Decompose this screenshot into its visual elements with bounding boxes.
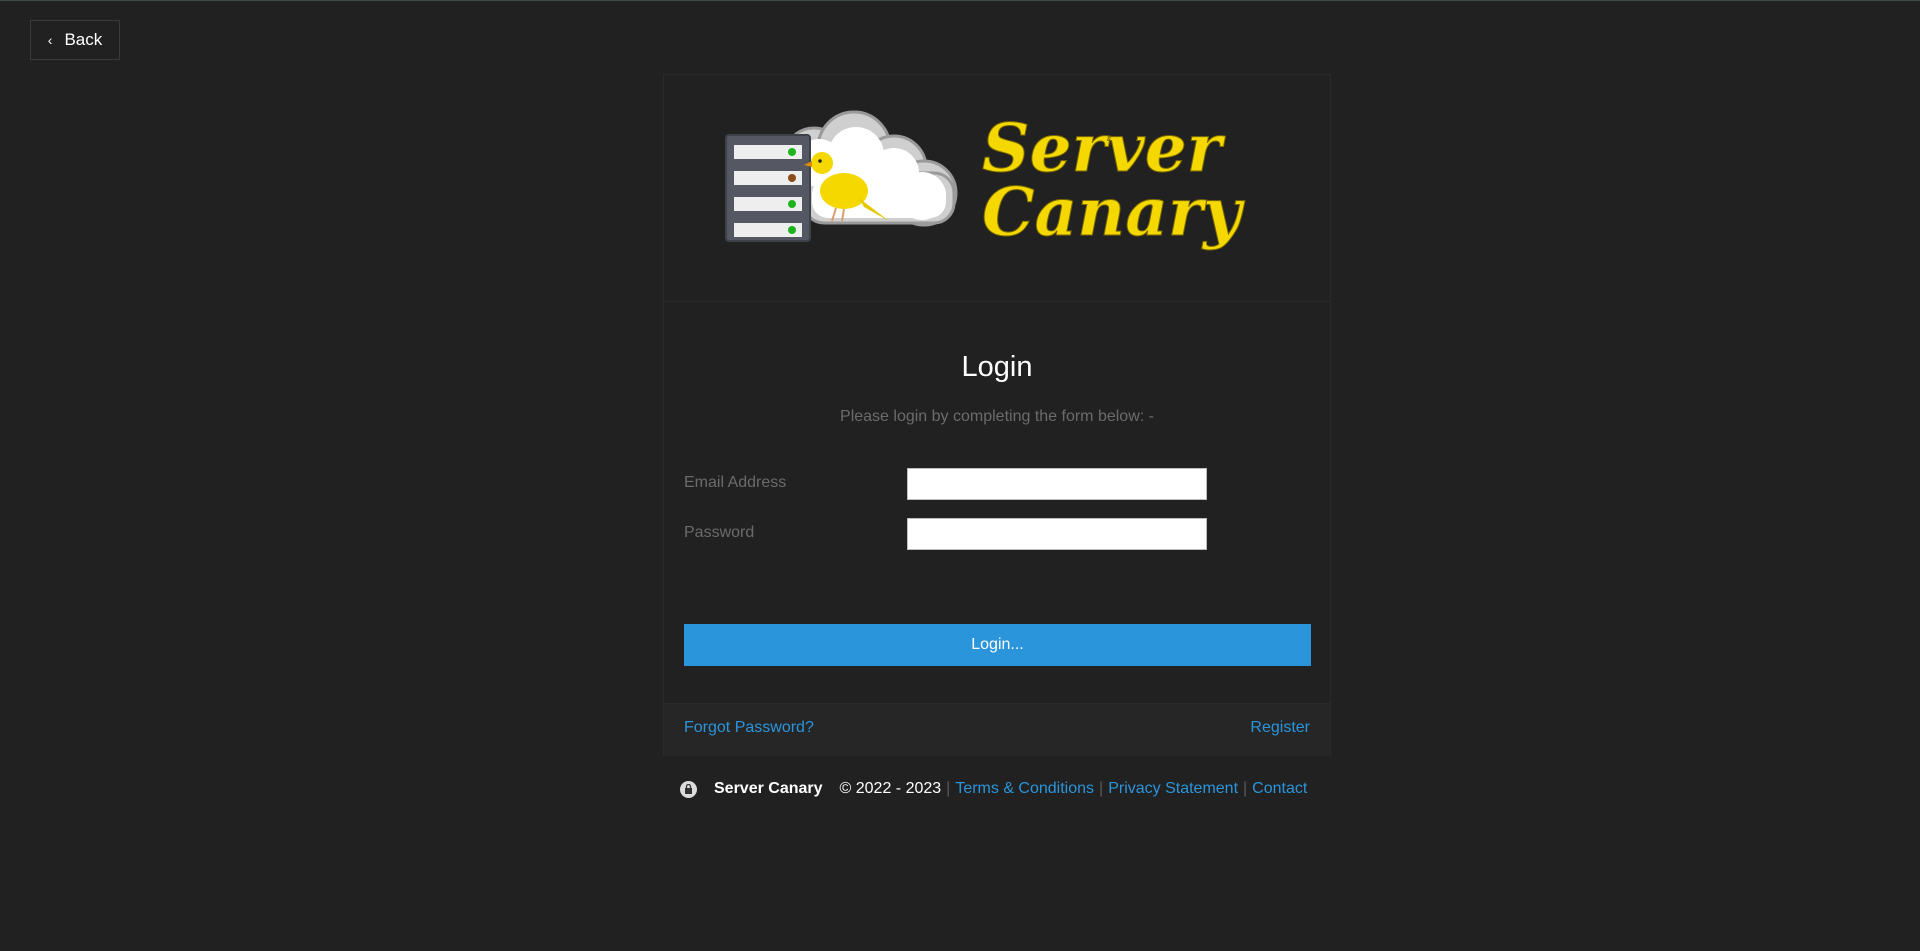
back-button[interactable]: ‹ Back: [30, 20, 120, 60]
login-subtitle: Please login by completing the form belo…: [840, 408, 1154, 425]
login-title: Login: [961, 351, 1033, 383]
server-canary-logo: Server Canary: [725, 109, 1246, 252]
contact-link[interactable]: Contact: [1252, 780, 1307, 798]
footer-separator: |: [946, 780, 951, 797]
footer-brand: Server Canary: [714, 780, 823, 797]
footer-copyright: © 2022 - 2023: [839, 780, 942, 797]
footer-separator: |: [1243, 780, 1248, 797]
logo-text-canary: Canary: [982, 173, 1246, 251]
forgot-password-link[interactable]: Forgot Password?: [684, 719, 814, 737]
back-button-label: Back: [64, 30, 103, 49]
privacy-link[interactable]: Privacy Statement: [1108, 780, 1238, 798]
footer-separator: |: [1099, 780, 1104, 797]
lock-icon: [680, 780, 697, 798]
email-field[interactable]: [907, 468, 1207, 500]
register-link[interactable]: Register: [1250, 719, 1310, 737]
login-card: Server Canary Login Please login by comp…: [663, 74, 1331, 756]
email-label: Email Address: [684, 474, 787, 491]
logo-header: Server Canary: [664, 75, 1330, 302]
terms-link[interactable]: Terms & Conditions: [955, 780, 1094, 798]
card-footer: Forgot Password? Register: [664, 703, 1330, 756]
password-field[interactable]: [907, 518, 1207, 550]
password-label: Password: [684, 524, 755, 541]
top-border: [0, 0, 1920, 1]
chevron-left-icon: ‹: [47, 32, 53, 48]
login-button[interactable]: Login...: [684, 624, 1311, 666]
page-footer: Server Canary © 2022 - 2023 | Terms & Co…: [680, 780, 1307, 798]
